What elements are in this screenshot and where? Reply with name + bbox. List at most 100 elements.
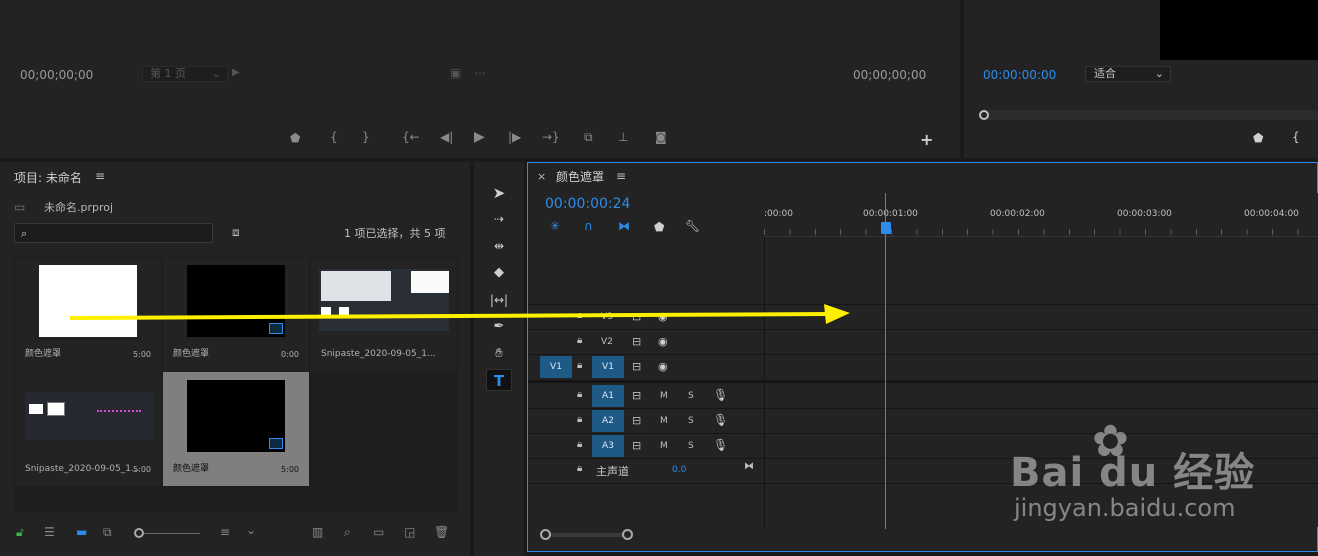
zoom-slider[interactable] (140, 533, 200, 534)
master-track-label[interactable]: 主声道 (596, 463, 629, 479)
solo-button[interactable]: S (688, 416, 694, 426)
play-icon[interactable]: ▶ (474, 130, 485, 144)
toggle-sync-icon[interactable]: ⊟ (632, 415, 641, 426)
mute-button[interactable]: M (660, 391, 668, 401)
playhead-handle[interactable] (881, 222, 891, 234)
panel-menu-icon[interactable]: ≡ (95, 169, 105, 183)
search-input[interactable]: ⌕ (14, 223, 213, 243)
play-small-icon[interactable]: ▶ (232, 68, 240, 78)
lock-icon[interactable]: 🔓︎ (16, 526, 24, 538)
track-divider (528, 408, 1318, 409)
wrench-icon[interactable]: 🔧︎ (685, 220, 700, 232)
razor-tool-icon[interactable]: ◆ (486, 262, 512, 284)
solo-button[interactable]: S (688, 441, 694, 451)
chevron-down-icon[interactable]: ⌄ (246, 524, 256, 536)
new-search-bin-icon[interactable]: ⧈ (232, 226, 240, 238)
linked-selection-icon[interactable]: ⧓ (618, 220, 630, 232)
hand-tool-icon[interactable]: ✋︎ (486, 343, 512, 365)
step-forward-icon[interactable]: |▶ (508, 131, 521, 143)
camera-icon[interactable]: ◙ (655, 131, 667, 143)
mark-in-icon[interactable]: { (330, 131, 338, 143)
list-view-icon[interactable]: ☰ (44, 526, 55, 538)
go-to-out-icon[interactable]: →} (542, 131, 560, 143)
toggle-sync-icon[interactable]: ⊟ (632, 336, 641, 347)
add-marker-icon[interactable]: ⬟ (654, 221, 664, 233)
panel-menu-icon[interactable]: ≡ (616, 169, 626, 183)
add-button[interactable]: + (920, 130, 933, 149)
mark-in-icon[interactable]: { (1292, 131, 1300, 143)
toggle-sync-icon[interactable]: ⊟ (632, 361, 641, 372)
marker-icon[interactable]: ⬟ (290, 132, 300, 144)
go-to-in-icon[interactable]: {← (402, 131, 420, 143)
mark-out-icon[interactable]: } (362, 131, 370, 143)
scrollbar-handle-right[interactable] (622, 529, 633, 540)
selection-tool-icon[interactable]: ➤ (486, 182, 512, 204)
project-title[interactable]: 项目: 未命名 (14, 169, 82, 186)
time-ruler[interactable]: :00:00 00:00:01:00 00:00:02:00 00:00:03:… (764, 193, 1318, 237)
sort-icon[interactable]: ≡ (220, 526, 230, 538)
track-lock-icon[interactable]: 🔒︎ (577, 440, 582, 450)
track-label-v1[interactable]: V1 (592, 356, 624, 378)
item-thumbnail (25, 392, 153, 440)
overwrite-icon[interactable]: ⊥ (618, 131, 628, 143)
project-panel: 项目: 未命名 ≡ ▭ 未命名.prproj ⌕ ⧈ 1 项已选择，共 5 项 … (0, 162, 470, 556)
trash-icon[interactable]: 🗑︎ (434, 526, 449, 538)
microphone-icon[interactable]: 🎙︎ (713, 414, 728, 426)
timeline-timecode[interactable]: 00:00:00:24 (545, 196, 630, 212)
scrollbar-handle-left[interactable] (540, 529, 551, 540)
program-timecode[interactable]: 00:00:00:00 (983, 68, 1056, 82)
icon-view-icon[interactable]: ▬ (76, 526, 87, 538)
project-item-selected[interactable]: 颜色遮罩 5:00 (163, 372, 309, 486)
track-lock-icon[interactable]: 🔒︎ (577, 336, 582, 346)
playhead-line[interactable] (885, 193, 886, 529)
solo-button[interactable]: S (688, 391, 694, 401)
watermark-brand: Bai du 经验 (1010, 450, 1256, 496)
microphone-icon[interactable]: 🎙︎ (713, 389, 728, 401)
program-video-preview (1160, 0, 1318, 60)
audio-waveform-icon[interactable]: ⋯ (474, 67, 486, 79)
automate-sequence-icon[interactable]: ▥ (312, 526, 323, 538)
track-select-tool-icon[interactable]: ⇢ (486, 208, 512, 230)
page-select[interactable]: 第 1 页 ⌄ (142, 66, 228, 82)
step-back-icon[interactable]: ◀| (440, 131, 453, 143)
sequence-tab-title[interactable]: 颜色遮罩 (556, 168, 604, 185)
toggle-sync-icon[interactable]: ⊟ (632, 390, 641, 401)
new-item-icon[interactable]: ◲ (404, 526, 415, 538)
toggle-sync-icon[interactable]: ⊟ (632, 440, 641, 451)
track-label-a3[interactable]: A3 (592, 435, 624, 457)
track-label-a1[interactable]: A1 (592, 385, 624, 407)
mute-button[interactable]: M (660, 416, 668, 426)
mute-button[interactable]: M (660, 441, 668, 451)
insert-icon[interactable]: ⧉ (584, 131, 593, 143)
go-to-next-icon[interactable]: ⧓ (744, 462, 754, 472)
ripple-edit-tool-icon[interactable]: ⇹ (486, 235, 512, 257)
track-lock-icon[interactable]: 🔒︎ (577, 390, 582, 400)
source-patch-v1[interactable]: V1 (540, 356, 572, 378)
freeform-view-icon[interactable]: ⧉ (103, 526, 112, 538)
program-playhead-handle[interactable] (979, 110, 989, 120)
track-lock-icon[interactable]: 🔒︎ (577, 464, 582, 474)
track-lock-icon[interactable]: 🔒︎ (577, 361, 582, 371)
timeline-scrollbar[interactable] (542, 533, 628, 537)
close-tab-icon[interactable]: × (537, 170, 546, 183)
microphone-icon[interactable]: 🎙︎ (713, 439, 728, 451)
track-lock-icon[interactable]: 🔒︎ (577, 415, 582, 425)
find-icon[interactable]: ⌕ (344, 526, 351, 538)
eye-icon[interactable]: ◉ (658, 361, 668, 372)
project-item[interactable]: Snipaste_2020-09-05_1... 5:00 (15, 372, 161, 486)
track-label-a2[interactable]: A2 (592, 410, 624, 432)
program-scrub-bar[interactable] (983, 110, 1318, 120)
export-frame-icon[interactable]: ▣ (450, 67, 461, 79)
fit-select[interactable]: 适合 ⌄ (1085, 66, 1171, 82)
zoom-slider-handle[interactable] (134, 528, 144, 538)
nest-icon[interactable]: ✳ (550, 220, 560, 232)
eye-icon[interactable]: ◉ (658, 336, 668, 347)
marker-icon[interactable]: ⬟ (1253, 132, 1263, 144)
source-timecode-right[interactable]: 00;00;00;00 (853, 68, 926, 82)
master-volume[interactable]: 0.0 (672, 465, 686, 475)
track-label-v2[interactable]: V2 (601, 337, 613, 347)
type-tool-icon[interactable]: T (486, 369, 512, 391)
snap-icon[interactable]: ∩ (584, 220, 593, 232)
new-bin-icon[interactable]: ▭ (373, 526, 384, 538)
source-timecode-left[interactable]: 00;00;00;00 (20, 68, 93, 82)
